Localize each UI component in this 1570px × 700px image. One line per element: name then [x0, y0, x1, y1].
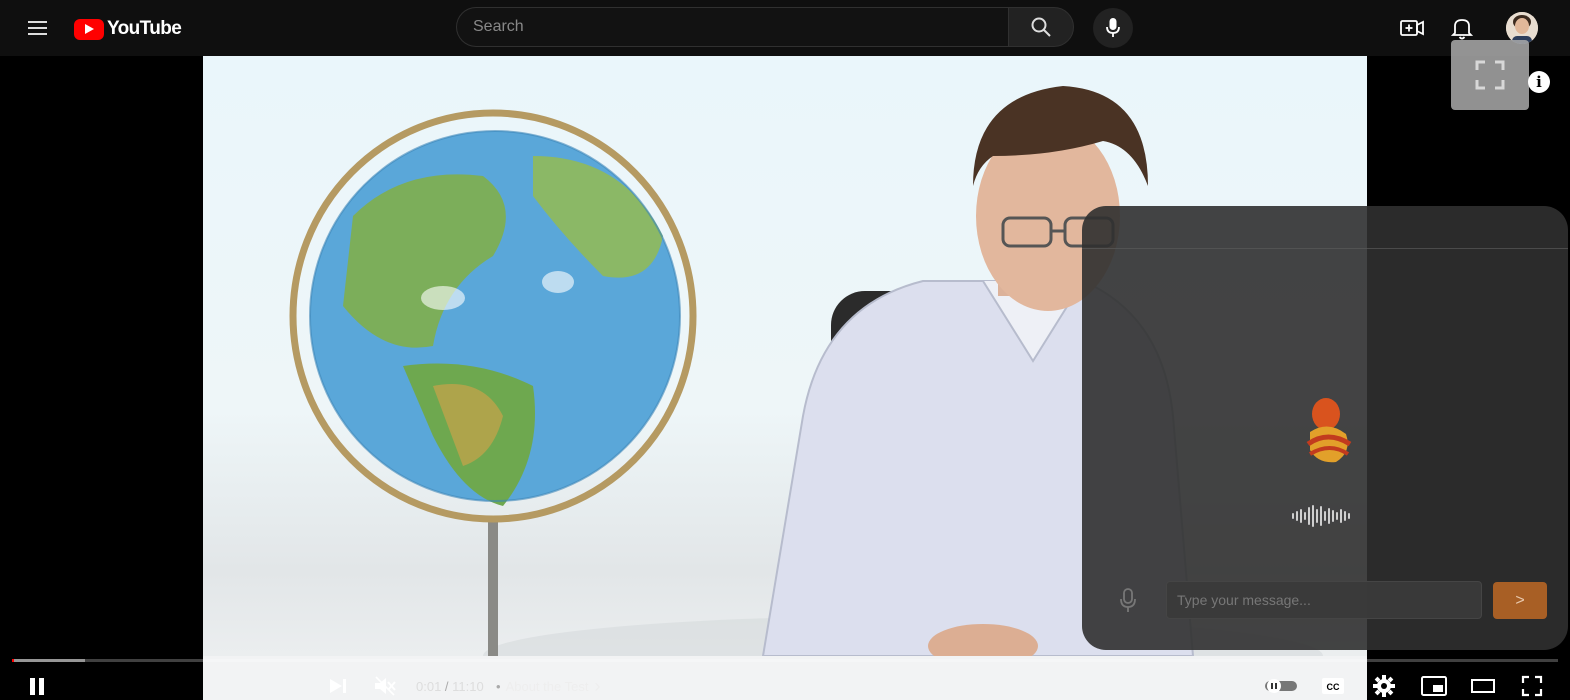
chevron-right-icon: › — [594, 676, 601, 696]
fullscreen-overlay-button[interactable] — [1451, 40, 1529, 110]
chat-send-button[interactable]: > — [1493, 582, 1547, 619]
chapter-bullet: • — [496, 679, 501, 694]
notifications-button[interactable] — [1448, 14, 1476, 42]
bell-icon — [1451, 19, 1473, 40]
chat-message-input[interactable] — [1166, 581, 1482, 619]
search-box — [456, 7, 1074, 47]
chapter-button[interactable]: • About the Test › — [496, 676, 601, 696]
hamburger-menu-icon[interactable] — [22, 14, 52, 42]
create-video-icon — [1400, 20, 1424, 36]
current-time: 0:01 — [416, 679, 442, 694]
time-display: 0:01 / 11:10 — [416, 679, 484, 694]
subtitles-button[interactable]: CC — [1320, 674, 1346, 698]
volume-muted-icon — [375, 676, 396, 696]
search-input[interactable] — [456, 7, 1008, 47]
chat-header-divider — [1082, 248, 1568, 249]
create-video-button[interactable] — [1398, 14, 1426, 42]
youtube-logo[interactable]: YouTube — [74, 16, 182, 42]
youtube-play-icon — [74, 18, 104, 40]
next-button[interactable] — [326, 674, 350, 698]
time-separator: / — [441, 679, 453, 694]
settings-button[interactable] — [1372, 674, 1396, 698]
theater-mode-button[interactable] — [1470, 674, 1496, 698]
microphone-icon — [1120, 588, 1136, 612]
svg-text:CC: CC — [1327, 682, 1340, 692]
autoplay-toggle[interactable] — [1264, 674, 1298, 698]
masthead: YouTube — [0, 0, 1570, 56]
skip-next-icon — [330, 679, 346, 693]
progress-bar[interactable] — [12, 659, 1558, 662]
chat-mic-button[interactable] — [1116, 586, 1140, 616]
pause-icon — [30, 678, 44, 695]
fullscreen-icon — [1521, 675, 1543, 697]
theater-mode-icon — [1471, 679, 1495, 693]
voice-search-button[interactable] — [1093, 8, 1133, 48]
fullscreen-button[interactable] — [1519, 674, 1545, 698]
miniplayer-icon — [1421, 676, 1447, 696]
assistant-logo-icon — [1300, 392, 1356, 466]
logo-text: YouTube — [107, 18, 182, 39]
duration: 11:10 — [452, 679, 484, 694]
search-icon — [1031, 17, 1051, 37]
chapter-title: About the Test — [505, 679, 589, 694]
autoplay-toggle-icon — [1265, 679, 1297, 693]
pause-button[interactable] — [24, 674, 50, 698]
progress-played — [12, 659, 15, 662]
send-arrow-icon: > — [1515, 591, 1525, 609]
microphone-icon — [1106, 18, 1120, 37]
audio-waveform-icon — [1292, 504, 1362, 528]
gear-icon — [1373, 675, 1395, 697]
fullscreen-icon — [1475, 60, 1505, 90]
info-icon[interactable]: i — [1528, 71, 1550, 93]
chat-widget: > — [1082, 206, 1568, 650]
closed-captions-icon: CC — [1322, 678, 1344, 694]
mute-button[interactable] — [372, 674, 398, 698]
miniplayer-button[interactable] — [1420, 674, 1448, 698]
progress-buffered — [12, 659, 85, 662]
search-button[interactable] — [1008, 7, 1074, 47]
